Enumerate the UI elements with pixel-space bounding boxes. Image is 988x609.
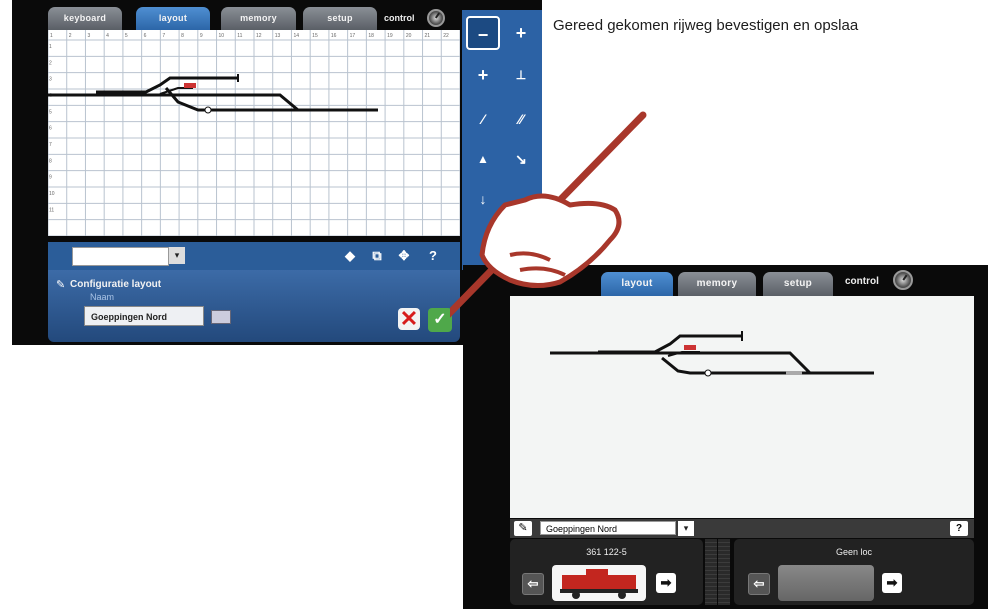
eraser-icon[interactable]: ◆ [341,247,359,265]
name-label: Naam [90,292,115,302]
arrow-left-icon[interactable]: ⇦ [522,573,544,595]
confirm-icon: ✓ [433,311,447,328]
speed-bar-left [705,539,717,605]
column-number: 21 [425,33,431,39]
tab-layout[interactable]: layout [136,7,210,30]
column-number: 4 [106,33,109,39]
column-number: 18 [368,33,374,39]
locomotive-icon [560,569,638,599]
track-end-icon[interactable]: ⊥ [504,58,538,92]
help-icon[interactable]: ? [424,247,442,265]
row-number: 10 [49,191,55,197]
column-number: 3 [87,33,90,39]
column-number: 9 [200,33,203,39]
speed-bar-right [718,539,730,605]
chevron-down-icon[interactable]: ▾ [169,247,185,264]
row-number: 1 [49,44,52,50]
zoom-out-icon[interactable]: − [466,16,500,50]
layout-select[interactable]: Goeppingen Nord [540,521,676,535]
column-number: 11 [237,33,242,39]
column-number: 15 [312,33,318,39]
control-knob-icon[interactable] [427,9,445,27]
config-panel: ✎ Configuratie layout Naam Goeppingen No… [48,270,460,342]
row-number: 9 [49,175,52,181]
arrow-right-icon[interactable]: ➡ [882,573,902,593]
control-knob-icon[interactable] [893,270,913,290]
loco-slot-right: Geen loc ⇦ ➡ [734,539,974,605]
column-number: 8 [181,33,184,39]
track-cross-icon[interactable]: + [466,58,500,92]
tab-memory[interactable]: memory [678,272,756,296]
locomotive-image-empty[interactable] [778,565,874,601]
column-number: 10 [219,33,225,39]
arrow-right-icon[interactable]: ➡ [656,573,676,593]
column-number: 22 [443,33,449,39]
column-number: 2 [69,33,72,39]
column-number: 12 [256,33,262,39]
layout-grid[interactable]: 1 2 3 4 5 6 7 8 9 10 11 12 13 14 15 16 17 18 19 20 21 22 1 2 3 4 5… [47,30,461,237]
column-number: 7 [162,33,165,39]
row-number: 7 [49,142,52,148]
tab-control[interactable]: control [384,13,415,23]
cancel-button[interactable]: ✕ [398,308,420,330]
loco-name: Geen loc [835,547,873,557]
instruction-caption: Gereed gekomen rijweg bevestigen en opsl… [553,17,859,34]
signal-icon [684,345,696,350]
uncoupler-icon [204,106,212,114]
tab-control[interactable]: control [845,276,879,287]
layout-grid-canvas[interactable]: 1 2 3 4 5 6 7 8 9 10 11 12 13 14 15 16 17 18 19 20 21 2212345… [47,30,461,237]
layout-select[interactable] [72,247,169,266]
wrench-icon[interactable]: ✎ [514,521,532,536]
tab-setup[interactable]: setup [303,7,377,30]
copy-icon[interactable]: ⧉ [368,247,386,265]
layout-bar: ✎ Goeppingen Nord ▾ ? [510,519,974,538]
row-number: 5 [49,109,52,115]
loco-slot-left: 361 122-5 ⇦ ➡ [510,539,703,605]
track-contact-icon [786,371,802,375]
signal-icon [184,83,196,88]
column-number: 1 [50,33,53,39]
move-icon[interactable]: ✥ [395,247,413,265]
row-number: 2 [49,60,52,66]
row-number: 8 [49,158,52,164]
tab-setup[interactable]: setup [763,272,833,296]
tab-keyboard[interactable]: keyboard [48,7,122,30]
column-number: 19 [387,33,393,39]
chevron-down-icon[interactable]: ▾ [678,521,694,536]
row-number: 11 [49,207,54,213]
wrench-icon: ✎ [56,279,66,291]
help-icon[interactable]: ? [950,521,968,536]
zoom-in-icon[interactable]: + [504,16,538,50]
confirm-button[interactable]: ✓ [428,308,452,332]
uncoupler-icon [704,369,712,377]
layout-name-input[interactable]: Goeppingen Nord [84,306,204,326]
tab-memory[interactable]: memory [221,7,296,30]
keyboard-icon[interactable] [211,310,231,324]
column-number: 17 [350,33,356,39]
column-number: 5 [125,33,128,39]
row-number: 6 [49,126,52,132]
cancel-icon: ✕ [399,306,419,331]
column-number: 6 [144,33,147,39]
arrow-left-icon[interactable]: ⇦ [748,573,770,595]
column-number: 13 [275,33,281,39]
pen-hand-icon [450,111,647,318]
column-number: 20 [406,33,412,39]
config-title: Configuratie layout [70,279,162,290]
grid-toolbar: ▾ ◆ ⧉ ✥ ? [48,242,460,270]
loco-name: 361 122-5 [586,547,627,557]
column-number: 16 [331,33,337,39]
column-number: 14 [293,33,299,39]
locomotive-image[interactable] [552,565,646,601]
row-number: 3 [49,77,52,83]
